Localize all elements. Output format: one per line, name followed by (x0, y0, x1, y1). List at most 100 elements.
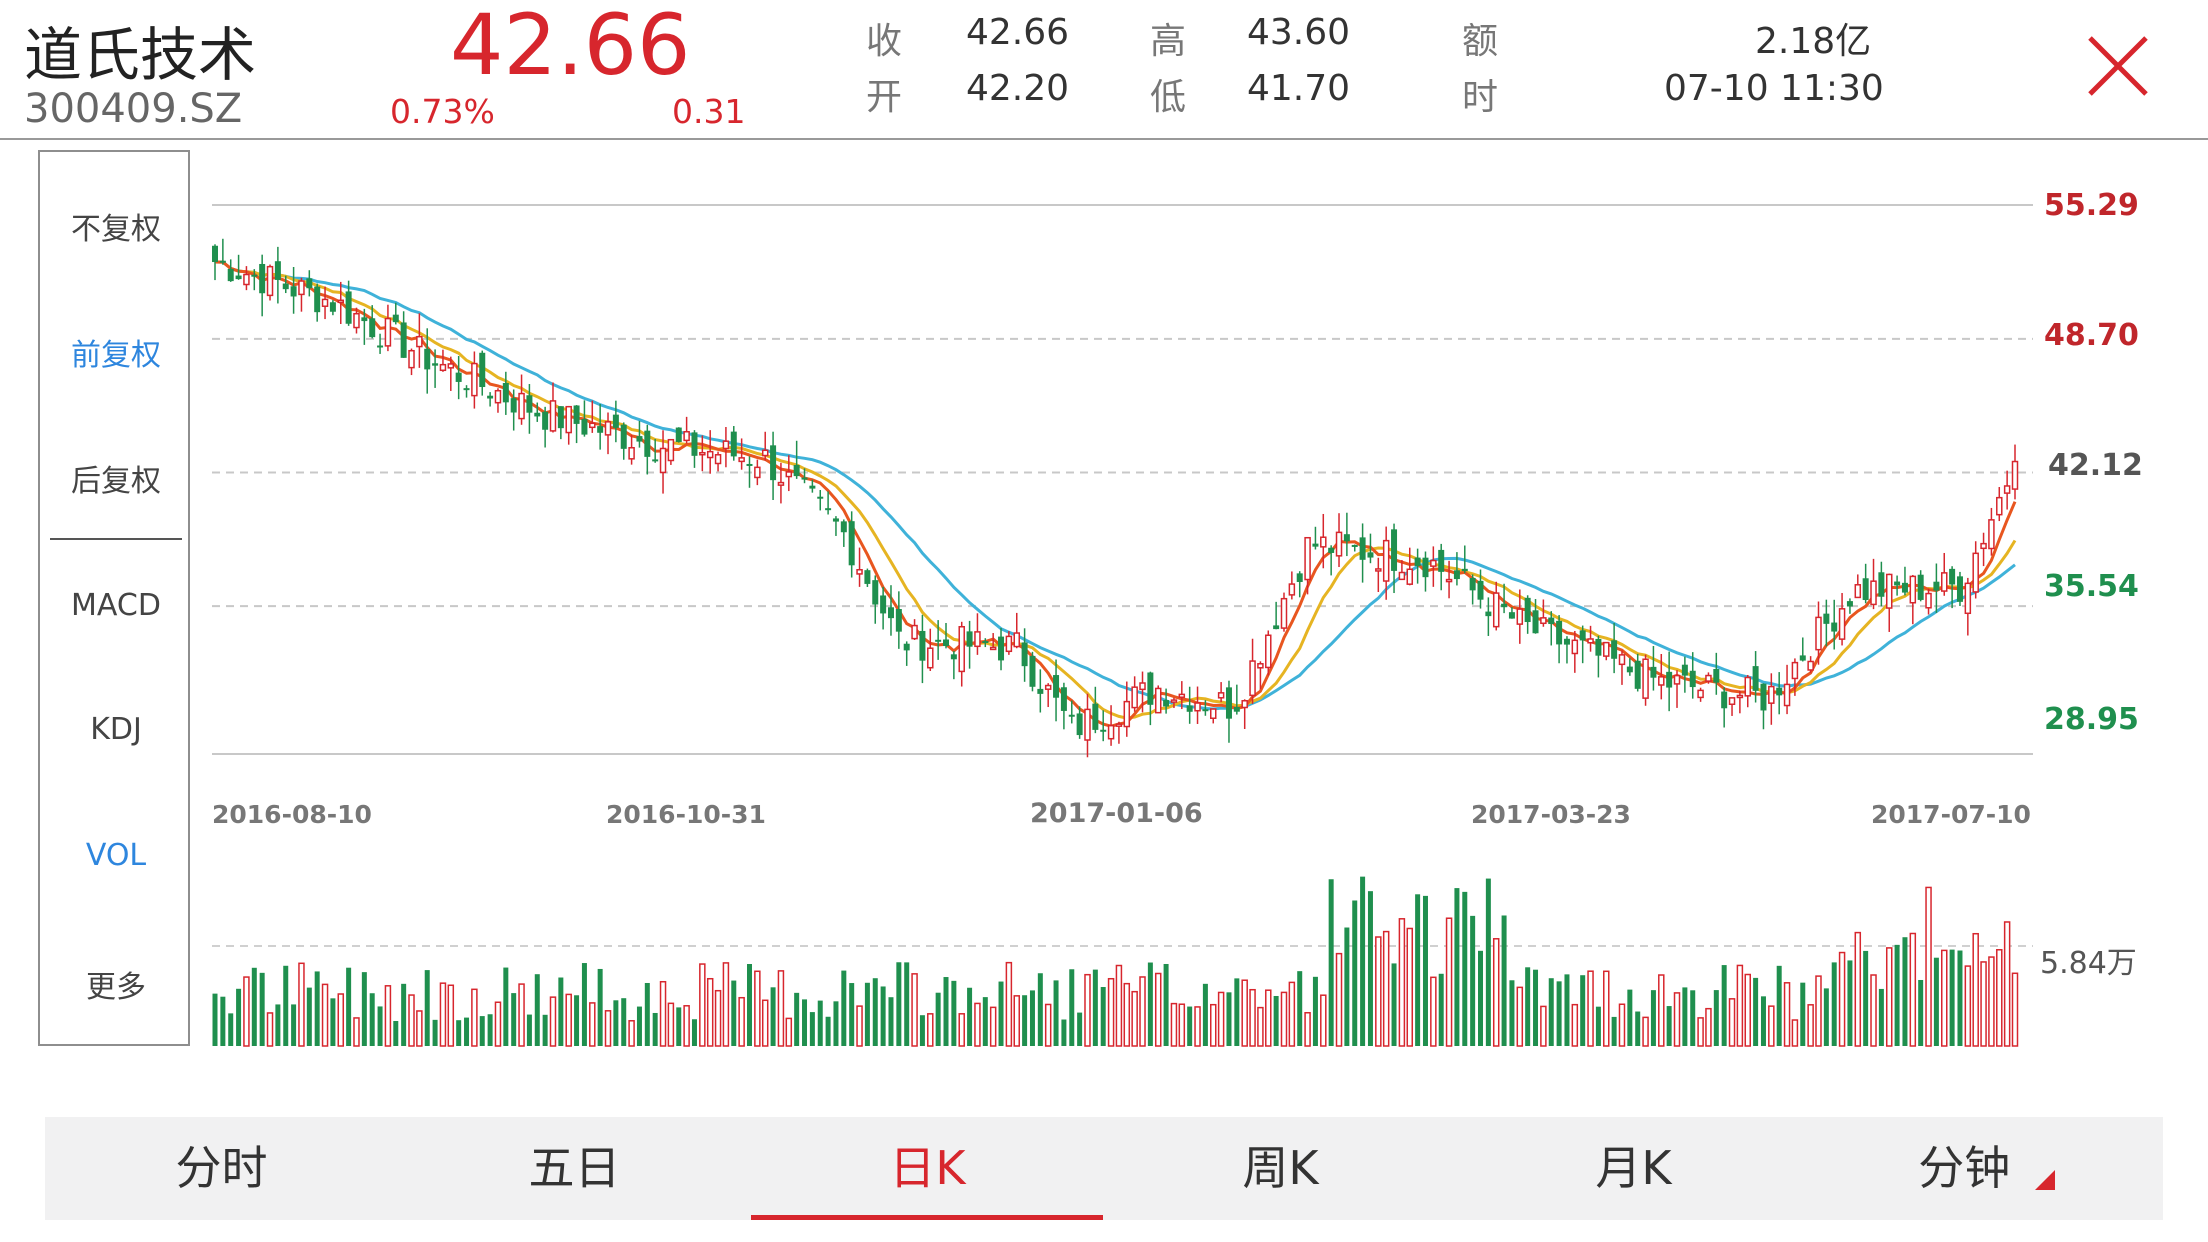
tab-intraday[interactable]: 分时 (45, 1117, 398, 1220)
volume-bar (1847, 960, 1853, 1046)
volume-bar (1005, 961, 1013, 1047)
volume-bar (1241, 979, 1248, 1047)
volume-bar (1470, 915, 1476, 1046)
candle-body (581, 419, 588, 435)
candle-body (1296, 573, 1303, 582)
candle-body (392, 314, 399, 323)
candle-body (235, 275, 242, 280)
candle-body (1351, 544, 1358, 547)
candle-body (1579, 630, 1586, 641)
volume-bar (251, 967, 257, 1046)
candle-body (298, 280, 305, 296)
candle-body (1178, 693, 1186, 698)
volume-bar (542, 1014, 548, 1046)
volume-bar (275, 1004, 281, 1046)
candle-body (856, 569, 863, 575)
candle-body (1225, 687, 1232, 719)
candle-body (447, 363, 455, 369)
volume-bar (534, 974, 540, 1046)
candle-body (911, 624, 918, 640)
volume-bar (958, 1013, 965, 1047)
kline-chart[interactable] (0, 0, 2208, 1242)
volume-bar (1194, 1006, 1201, 1047)
volume-bar (676, 1007, 682, 1046)
candle-body (825, 508, 832, 511)
candle-body (353, 312, 360, 329)
volume-bar (1430, 976, 1437, 1047)
candle-body (1846, 601, 1853, 607)
volume-bar (377, 1006, 383, 1046)
volume-bar (1650, 990, 1656, 1046)
candle-body (1713, 669, 1720, 683)
tab-minute-label: 分钟 (1918, 1141, 2011, 1195)
tab-weekly-k[interactable]: 周K (1104, 1117, 1457, 1220)
tab-monthly-k[interactable]: 月K (1457, 1117, 1810, 1220)
tab-daily-k[interactable]: 日K (751, 1117, 1104, 1220)
volume-bar (652, 1012, 658, 1046)
candle-body (400, 322, 407, 358)
candle-body (817, 496, 824, 499)
candle-body (1469, 577, 1476, 591)
candle-body (1335, 531, 1343, 557)
candle-body (1312, 543, 1319, 547)
date-label-2: 2016-10-31 (606, 800, 766, 829)
candle-body (1595, 638, 1602, 656)
candle-body (1650, 666, 1657, 678)
volume-bar (809, 1012, 815, 1046)
volume-bar (447, 984, 455, 1047)
volume-bar (1265, 989, 1272, 1047)
volume-bar (706, 977, 714, 1047)
volume-bar (361, 972, 367, 1046)
volume-bar (1744, 973, 1752, 1047)
candle-body (989, 646, 997, 651)
volume-bar (628, 1020, 635, 1047)
volume-bar (872, 978, 878, 1046)
candle-body (1925, 592, 1932, 609)
candle-body (1021, 642, 1028, 667)
candle-body (487, 395, 494, 399)
volume-bar (1107, 977, 1115, 1047)
volume-bar (849, 983, 855, 1046)
candle-body (1414, 557, 1421, 567)
candle-body (1375, 568, 1382, 572)
candle-body (1831, 622, 1838, 632)
volume-bar (1422, 895, 1428, 1046)
volume-bar (1783, 982, 1791, 1047)
candle-body (1540, 617, 1547, 625)
volume-bar (1776, 965, 1782, 1046)
volume-bar (644, 982, 650, 1046)
volume-bar (746, 964, 752, 1046)
candle-body (1123, 700, 1131, 728)
volume-bar (1611, 1016, 1617, 1046)
candle-body (1477, 580, 1484, 600)
volume-bar (1226, 992, 1232, 1046)
volume-bar (1335, 952, 1343, 1047)
volume-bar (1595, 1006, 1601, 1046)
candle-body (604, 421, 612, 436)
candle-body (1791, 661, 1799, 680)
volume-bar (1084, 973, 1091, 1047)
volume-bar (1445, 917, 1453, 1047)
volume-bar (1217, 991, 1225, 1047)
volume-bar (1925, 886, 1932, 1047)
candle-body (1217, 692, 1225, 699)
volume-bar (1972, 932, 1979, 1047)
candle-body (384, 317, 392, 347)
tab-five-day[interactable]: 五日 (398, 1117, 751, 1220)
candle-body (1634, 660, 1641, 689)
volume-bar (943, 977, 949, 1046)
candle-body (1516, 608, 1524, 625)
tab-minute[interactable]: 分钟 (1810, 1117, 2163, 1220)
candle-body (777, 481, 785, 486)
volume-bar (927, 1013, 934, 1047)
date-label-4: 2017-03-23 (1471, 800, 1631, 829)
volume-bar (714, 989, 722, 1047)
volume-bar (1894, 944, 1900, 1046)
volume-bar (220, 996, 226, 1046)
candle-body (329, 302, 336, 312)
volume-bar (683, 1005, 690, 1047)
volume-bar (306, 987, 312, 1046)
candle-body (1681, 664, 1688, 676)
volume-bar (212, 993, 218, 1046)
volume-bar (761, 999, 769, 1047)
